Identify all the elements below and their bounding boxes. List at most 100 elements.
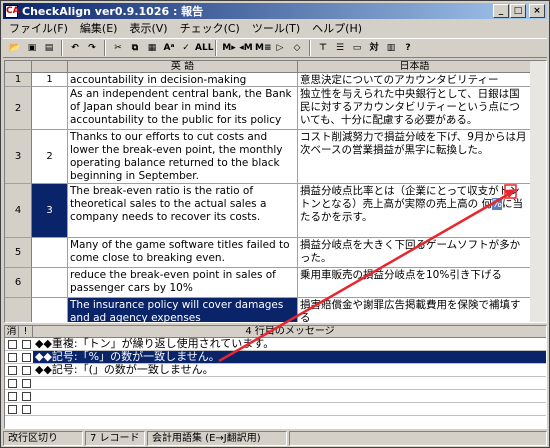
row-number[interactable]: 4 (5, 184, 32, 238)
table-row[interactable]: 2 As an independent central bank, the Ba… (5, 87, 546, 130)
toolbar: 📂 ▣ ▤ ↶ ↷ ✂ ⧉ ▦ Aᵃ ✓ ALL M▸ ◂M M≡ ▷ ◇ ⊤ ☰ ▭ 対 ▥? (3, 38, 547, 58)
alignment-grid[interactable]: 英 語 日本語 1 1 accountability in decision-m… (4, 60, 547, 323)
japanese-cell[interactable]: 独立性を与えられた中央銀行として、日銀は国民に対するアカウンタビリティーという点… (298, 87, 532, 130)
erase-checkbox[interactable] (8, 340, 17, 349)
english-cell[interactable]: reduce the break-even point in sales of … (68, 268, 298, 298)
erase-checkbox[interactable] (8, 392, 17, 401)
check-all-icon[interactable]: ALL (195, 40, 213, 56)
english-cell[interactable]: Thanks to our efforts to cut costs and l… (68, 130, 298, 184)
toolbar-separator (61, 40, 63, 56)
split-icon[interactable]: ⊤ (315, 40, 331, 56)
erase-checkbox[interactable] (8, 405, 17, 414)
grid-header: 英 語 日本語 (5, 61, 546, 73)
merge-icon[interactable]: M≡ (255, 40, 272, 56)
english-column-header[interactable]: 英 語 (68, 61, 298, 73)
message-text: ◆◆記号:「%」の数が一致しません。 (33, 351, 546, 363)
menu-edit[interactable]: 編集(E) (74, 20, 124, 38)
erase-checkbox[interactable] (8, 366, 17, 375)
table-row[interactable]: The insurance policy will cover damages … (5, 298, 546, 322)
move-left-icon[interactable]: ◂M (238, 40, 254, 56)
menu-file[interactable]: ファイル(F) (3, 20, 74, 38)
segment-number (32, 87, 68, 130)
message-panel: 消 ! 4 行目のメッセージ ◆◆重複:「トン」が繰り返し使用されています。 ◆… (4, 325, 547, 429)
flag-column-header[interactable]: ! (19, 326, 33, 338)
redo-icon[interactable]: ↷ (84, 40, 100, 56)
app-window: CA CheckAlign ver0.9.1026 : 報告 _ □ × ファイ… (0, 0, 550, 448)
status-records: 7 レコード (85, 431, 145, 446)
grid-scrollbar[interactable] (530, 61, 546, 322)
align-icon[interactable]: ☰ (332, 40, 348, 56)
menu-help[interactable]: ヘルプ(H) (306, 20, 368, 38)
flag-checkbox[interactable] (22, 340, 31, 349)
japanese-column-header[interactable]: 日本語 (298, 61, 532, 73)
columns-icon[interactable]: ▥ (383, 40, 399, 56)
message-text: ◆◆重複:「トン」が繰り返し使用されています。 (35, 337, 275, 350)
menu-check[interactable]: チェック(C) (174, 20, 246, 38)
flag-checkbox[interactable] (22, 405, 31, 414)
table-row[interactable]: 6 reduce the break-even point in sales o… (5, 268, 546, 298)
menu-tools[interactable]: ツール(T) (246, 20, 306, 38)
japanese-cell[interactable]: 損益分岐点比率とは（企業にとって収支がトントンとなる）売上高が実際の売上高の 何… (298, 184, 532, 238)
help-icon[interactable]: ? (400, 40, 416, 56)
delete-icon[interactable]: ◇ (289, 40, 305, 56)
pair-icon[interactable]: 対 (366, 40, 382, 56)
row-number[interactable]: 2 (5, 87, 32, 130)
menu-bar: ファイル(F) 編集(E) 表示(V) チェック(C) ツール(T) ヘルプ(H… (3, 20, 547, 38)
title-bar[interactable]: CA CheckAlign ver0.9.1026 : 報告 _ □ × (3, 3, 547, 19)
open-folder-icon[interactable]: 📂 (7, 40, 23, 56)
english-cell[interactable]: accountability in decision-making (68, 73, 298, 87)
flag-checkbox[interactable] (22, 392, 31, 401)
status-bar: 改行区切り 7 レコード 会計用語集 (E→J翻訳用) (3, 431, 547, 446)
erase-column-header[interactable]: 消 (5, 326, 19, 338)
row-number[interactable]: 6 (5, 268, 32, 298)
table-row[interactable]: 3 2 Thanks to our efforts to cut costs a… (5, 130, 546, 184)
message-row[interactable]: ◆◆記号:「(」の数が一致しません。 (5, 363, 546, 377)
row-number[interactable]: 5 (5, 238, 32, 268)
japanese-cell[interactable]: 損益分岐点を大きく下回るゲームソフトが多かった。 (298, 238, 532, 268)
segment-number: 1 (32, 73, 68, 87)
english-cell-selected[interactable]: The insurance policy will cover damages … (68, 298, 298, 322)
table-row[interactable]: 5 Many of the game software titles faile… (5, 238, 546, 268)
print-icon[interactable]: ▤ (41, 40, 57, 56)
flag-checkbox[interactable] (22, 353, 31, 362)
close-button[interactable]: × (529, 4, 545, 18)
message-row-empty[interactable] (5, 377, 546, 390)
message-row-empty[interactable] (5, 403, 546, 416)
message-text: ◆◆記号:「(」の数が一致しません。 (35, 363, 214, 376)
font-icon[interactable]: Aᵃ (161, 40, 177, 56)
table-row-selected[interactable]: 4 3 The break-even ratio is the ratio of… (5, 184, 546, 238)
insert-icon[interactable]: ▷ (272, 40, 288, 56)
undo-icon[interactable]: ↶ (67, 40, 83, 56)
check-icon[interactable]: ✓ (178, 40, 194, 56)
segment-number: 2 (32, 130, 68, 184)
english-cell[interactable]: Many of the game software titles failed … (68, 238, 298, 268)
cut-icon[interactable]: ✂ (110, 40, 126, 56)
status-dictionary: 会計用語集 (E→J翻訳用) (147, 431, 287, 446)
english-cell[interactable]: The break-even ratio is the ratio of the… (68, 184, 298, 238)
maximize-button[interactable]: □ (510, 4, 526, 18)
erase-checkbox[interactable] (8, 353, 17, 362)
menu-view[interactable]: 表示(V) (123, 20, 173, 38)
status-blank (289, 431, 547, 446)
save-icon[interactable]: ▣ (24, 40, 40, 56)
flag-checkbox[interactable] (22, 366, 31, 375)
copy-icon[interactable]: ⧉ (127, 40, 143, 56)
row-number[interactable]: 3 (5, 130, 32, 184)
erase-checkbox[interactable] (8, 379, 17, 388)
segment-number (32, 268, 68, 298)
move-right-icon[interactable]: M▸ (221, 40, 237, 56)
row-number[interactable] (5, 298, 32, 322)
japanese-cell[interactable]: 意思決定についてのアカウンタビリティー (298, 73, 532, 87)
row-number[interactable]: 1 (5, 73, 32, 87)
message-row-empty[interactable] (5, 390, 546, 403)
flag-checkbox[interactable] (22, 379, 31, 388)
japanese-cell[interactable]: 損害賠償金や謝罪広告掲載費用を保険で補填する (298, 298, 532, 322)
japanese-cell[interactable]: 乗用車販売の損益分岐点を10%引き下げる (298, 268, 532, 298)
minus-icon[interactable]: ▭ (349, 40, 365, 56)
paste-icon[interactable]: ▦ (144, 40, 160, 56)
english-cell[interactable]: As an independent central bank, the Bank… (68, 87, 298, 130)
minimize-button[interactable]: _ (493, 4, 509, 18)
segment-number (32, 238, 68, 268)
japanese-cell[interactable]: コスト削減努力で損益分岐を下げ、9月からは月次ベースの営業損益が黒字に転換した。 (298, 130, 532, 184)
table-row[interactable]: 1 1 accountability in decision-making 意思… (5, 73, 546, 87)
